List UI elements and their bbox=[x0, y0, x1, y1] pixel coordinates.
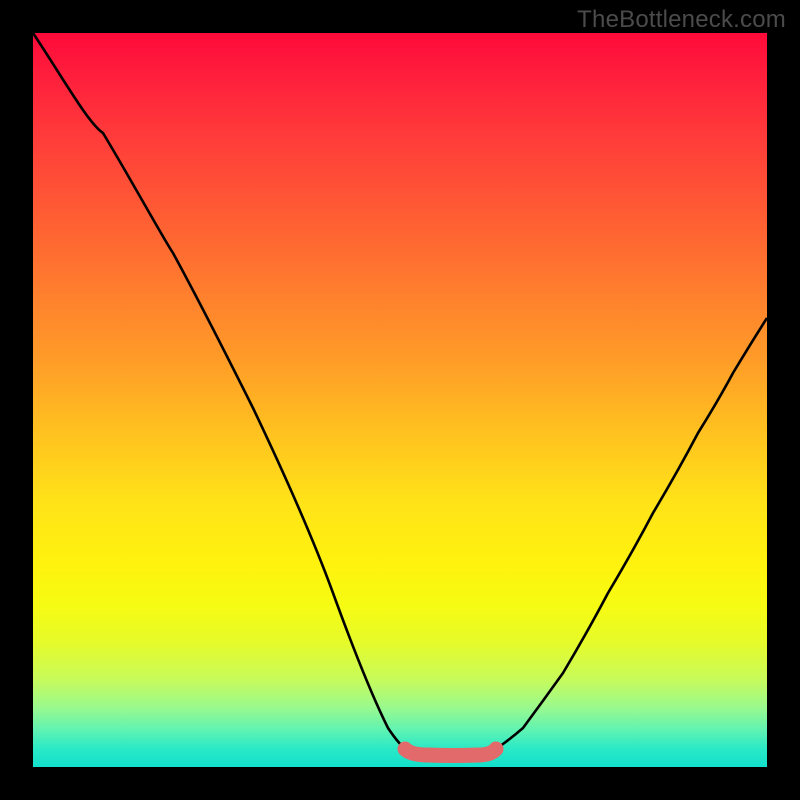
watermark-text: TheBottleneck.com bbox=[577, 6, 786, 34]
curve-overlay bbox=[33, 33, 767, 767]
flat-highlight-segment bbox=[405, 749, 496, 756]
chart-frame: TheBottleneck.com bbox=[0, 0, 800, 800]
left-black-curve bbox=[33, 33, 408, 751]
right-black-curve bbox=[493, 318, 767, 751]
plot-area bbox=[33, 33, 767, 767]
